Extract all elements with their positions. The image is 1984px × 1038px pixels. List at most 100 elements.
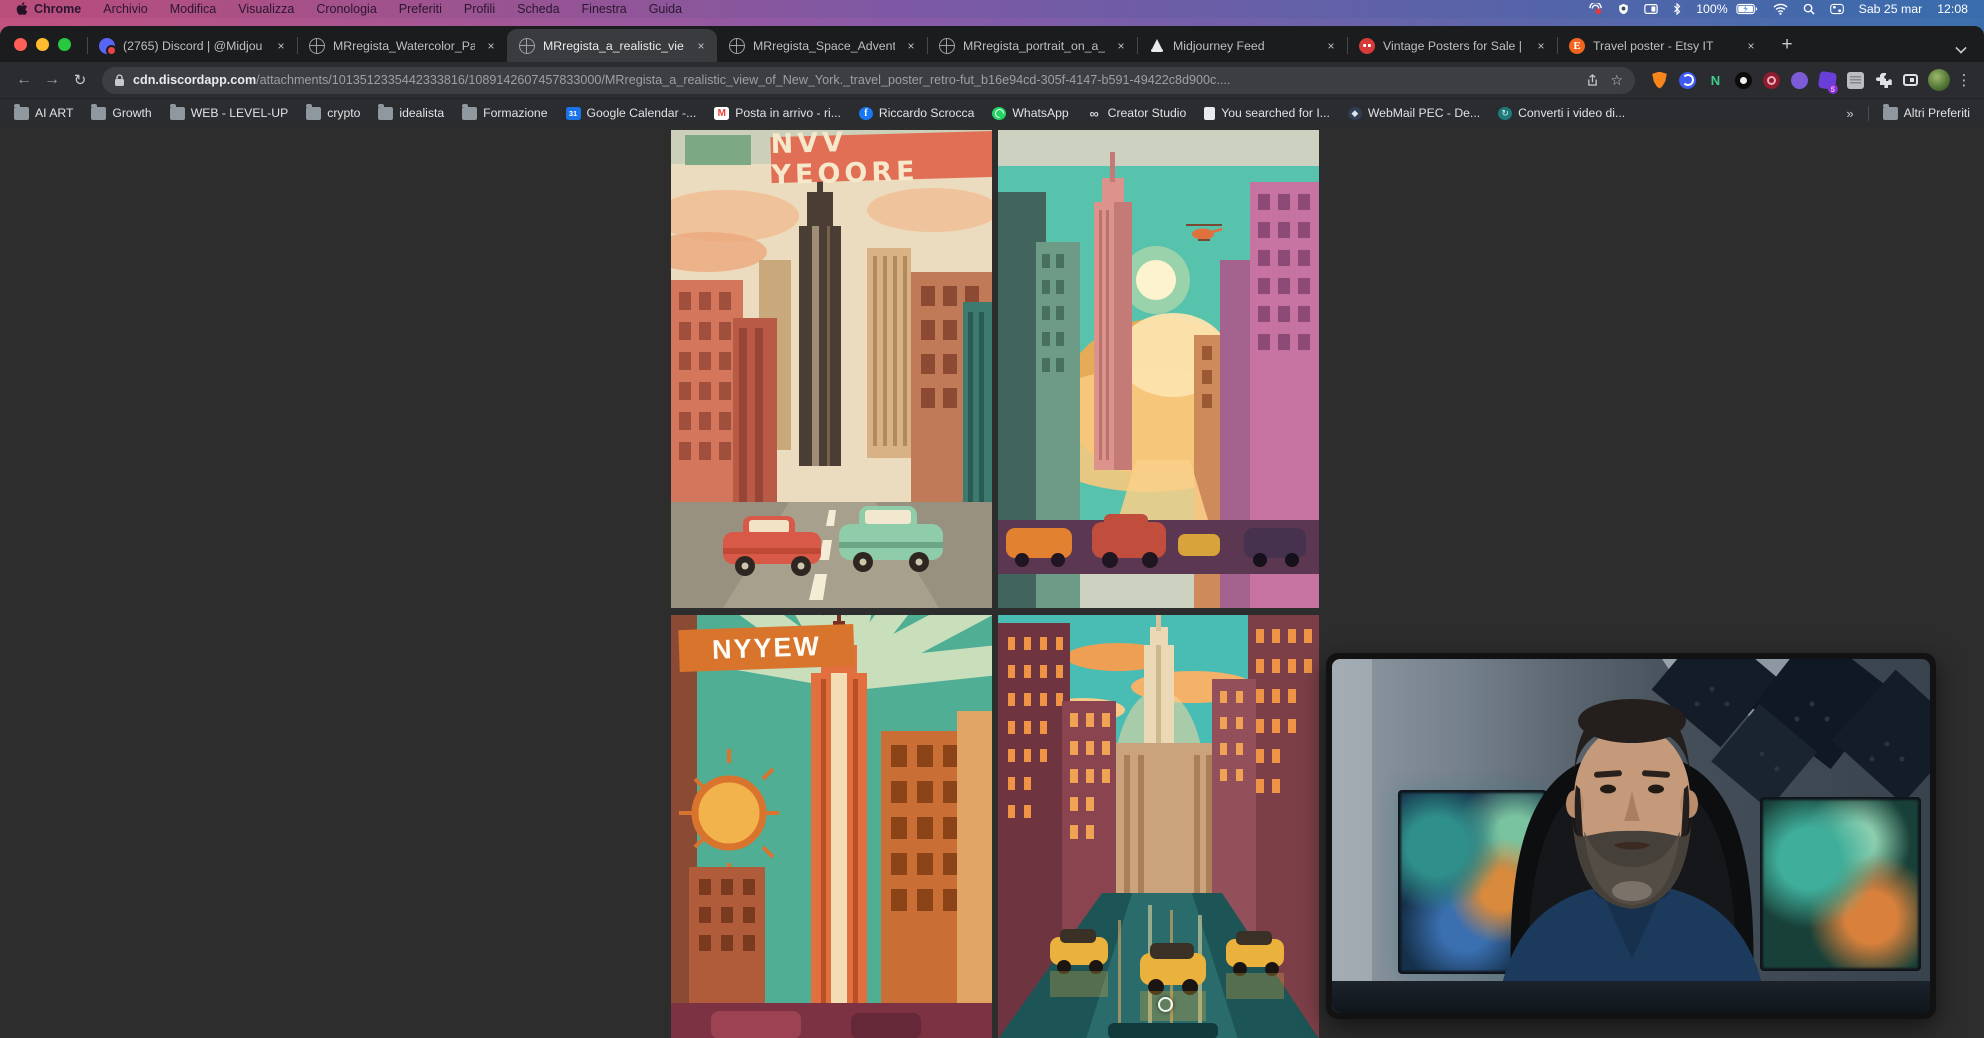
menu-item[interactable]: Modifica — [170, 2, 217, 16]
bookmarks-right-cluster: » Altri Preferiti — [1846, 106, 1970, 121]
forward-button[interactable]: → — [38, 66, 66, 94]
bookmark-item[interactable]: Formazione — [462, 106, 547, 120]
bookmarks-overflow-icon[interactable]: » — [1846, 106, 1853, 121]
tab-close-icon[interactable]: × — [1743, 38, 1759, 54]
spotlight-search-icon[interactable] — [1803, 3, 1815, 15]
bookmark-item[interactable]: AI ART — [14, 106, 73, 120]
bookmark-item[interactable]: WEB - LEVEL-UP — [170, 106, 289, 120]
bluetooth-icon[interactable] — [1673, 3, 1681, 15]
extensions-puzzle-icon[interactable] — [1875, 72, 1892, 89]
macos-menu-bar: Chrome Archivio Modifica Visualizza Cronolog… — [0, 0, 1984, 18]
bookmark-item[interactable]: ∞ Creator Studio — [1087, 106, 1187, 120]
side-panel-icon[interactable] — [1903, 74, 1918, 86]
bookmark-item[interactable]: 31 Google Calendar -... — [566, 106, 697, 120]
bookmark-item[interactable]: crypto — [306, 106, 360, 120]
blue-swirl-extension-icon[interactable] — [1679, 72, 1696, 89]
reload-button[interactable]: ↻ — [66, 66, 94, 94]
menu-bar-status: 100% Sab 25 mar 12:08 — [1588, 2, 1968, 16]
browser-tab[interactable]: E Travel poster - Etsy IT × — [1557, 29, 1767, 62]
fullscreen-window-button[interactable] — [58, 38, 71, 51]
minimize-window-button[interactable] — [36, 38, 49, 51]
poster-top-right-art — [998, 130, 1319, 608]
menu-item[interactable]: Profili — [464, 2, 495, 16]
tab-close-icon[interactable]: × — [1323, 38, 1339, 54]
menu-item[interactable]: Visualizza — [238, 2, 294, 16]
apple-menu-icon[interactable] — [16, 2, 28, 16]
menu-item[interactable]: Archivio — [103, 2, 147, 16]
bookmark-item[interactable]: M Posta in arrivo - ri... — [714, 106, 841, 120]
tab-close-icon[interactable]: × — [483, 38, 499, 54]
bookmark-item[interactable]: f Riccardo Scrocca — [859, 106, 975, 120]
menu-item[interactable]: Cronologia — [316, 2, 376, 16]
poster-bottom-left[interactable]: NYYEW — [671, 615, 992, 1038]
new-tab-button[interactable]: + — [1773, 31, 1801, 59]
poster-bottom-right[interactable] — [998, 615, 1319, 1038]
menu-item[interactable]: Chrome — [34, 2, 81, 16]
bookmark-icon: 31 — [566, 107, 581, 120]
address-bar[interactable]: cdn.discordapp.com/attachments/101351233… — [102, 67, 1635, 94]
screen-recording-icon[interactable] — [1588, 3, 1603, 15]
shield-icon[interactable] — [1618, 3, 1629, 15]
bookmark-item[interactable]: WhatsApp — [992, 106, 1068, 120]
other-bookmarks-folder[interactable]: Altri Preferiti — [1883, 106, 1970, 120]
bookmark-icon — [992, 107, 1006, 120]
share-icon[interactable] — [1587, 74, 1598, 87]
tab-close-icon[interactable]: × — [903, 38, 919, 54]
bookmark-label: WebMail PEC - De... — [1368, 106, 1480, 120]
bookmarks-bar: AI ART Growth WEB - LEVEL-UP crypto — [0, 98, 1984, 127]
tab-favicon — [1359, 38, 1375, 54]
bookmark-item[interactable]: ↻ Converti i video di... — [1498, 106, 1625, 120]
browser-tab[interactable]: MRregista_portrait_on_a_ × — [927, 29, 1137, 62]
browser-tab[interactable]: MRregista_Space_Advent × — [717, 29, 927, 62]
bookmark-label: Formazione — [483, 106, 547, 120]
bookmark-label: AI ART — [35, 106, 73, 120]
tab-close-icon[interactable]: × — [273, 38, 289, 54]
menu-item[interactable]: Scheda — [517, 2, 559, 16]
bookmark-item[interactable]: ◆ WebMail PEC - De... — [1348, 106, 1480, 120]
control-center-icon[interactable] — [1830, 3, 1844, 15]
bookmark-item[interactable]: Growth — [91, 106, 151, 120]
browser-tab[interactable]: MRregista_Watercolor_Pa × — [297, 29, 507, 62]
tab-title: MRregista_a_realistic_vie — [543, 39, 685, 53]
purple-circle-extension-icon[interactable] — [1791, 72, 1808, 89]
bookmark-item[interactable]: You searched for I... — [1204, 106, 1330, 120]
display-icon[interactable] — [1644, 3, 1658, 15]
bookmark-star-icon[interactable]: ☆ — [1610, 72, 1623, 89]
browser-tab[interactable]: Midjourney Feed × — [1137, 29, 1347, 62]
tab-title: MRregista_Watercolor_Pa — [333, 39, 475, 53]
bookmark-item[interactable]: idealista — [378, 106, 444, 120]
browser-tab[interactable]: MRregista_a_realistic_vie × — [507, 29, 717, 62]
wifi-icon[interactable] — [1773, 3, 1788, 15]
browser-tab[interactable]: (2765) Discord | @Midjou × — [87, 29, 297, 62]
menu-item[interactable]: Finestra — [582, 2, 627, 16]
grid-extension-icon[interactable] — [1847, 72, 1864, 89]
poster-title-banner: NVV YEOORE — [770, 131, 992, 183]
menu-item[interactable]: Guida — [649, 2, 682, 16]
profile-avatar[interactable] — [1928, 69, 1950, 91]
bookmark-label: Google Calendar -... — [587, 106, 697, 120]
webcam-overlay — [1326, 653, 1936, 1019]
chrome-menu-icon[interactable]: ⋮ — [1954, 71, 1974, 89]
poster-top-left[interactable]: NVV YEOORE — [671, 130, 992, 608]
purple-blob-extension-icon[interactable]: 5 — [1818, 70, 1837, 89]
password-key-extension-icon[interactable] — [1763, 72, 1780, 89]
bookmark-icon: M — [714, 107, 729, 120]
poster-top-right[interactable] — [998, 130, 1319, 608]
tab-close-icon[interactable]: × — [1533, 38, 1549, 54]
close-window-button[interactable] — [14, 38, 27, 51]
metamask-extension-icon[interactable] — [1651, 72, 1668, 89]
tab-close-icon[interactable]: × — [1113, 38, 1129, 54]
menu-item[interactable]: Preferiti — [399, 2, 442, 16]
tab-search-chevron-icon[interactable] — [1956, 42, 1966, 52]
back-button[interactable]: ← — [10, 66, 38, 94]
green-n-extension-icon[interactable]: N — [1707, 72, 1724, 89]
menu-bar-date[interactable]: Sab 25 mar — [1859, 2, 1923, 16]
tab-favicon: E — [1569, 38, 1585, 54]
tab-title: MRregista_portrait_on_a_ — [963, 39, 1105, 53]
battery-icon[interactable] — [1736, 3, 1758, 15]
menu-bar-time[interactable]: 12:08 — [1937, 2, 1968, 16]
browser-tab[interactable]: Vintage Posters for Sale | × — [1347, 29, 1557, 62]
tab-close-icon[interactable]: × — [693, 38, 709, 54]
presenter — [1332, 659, 1930, 1013]
black-circle-extension-icon[interactable] — [1735, 72, 1752, 89]
